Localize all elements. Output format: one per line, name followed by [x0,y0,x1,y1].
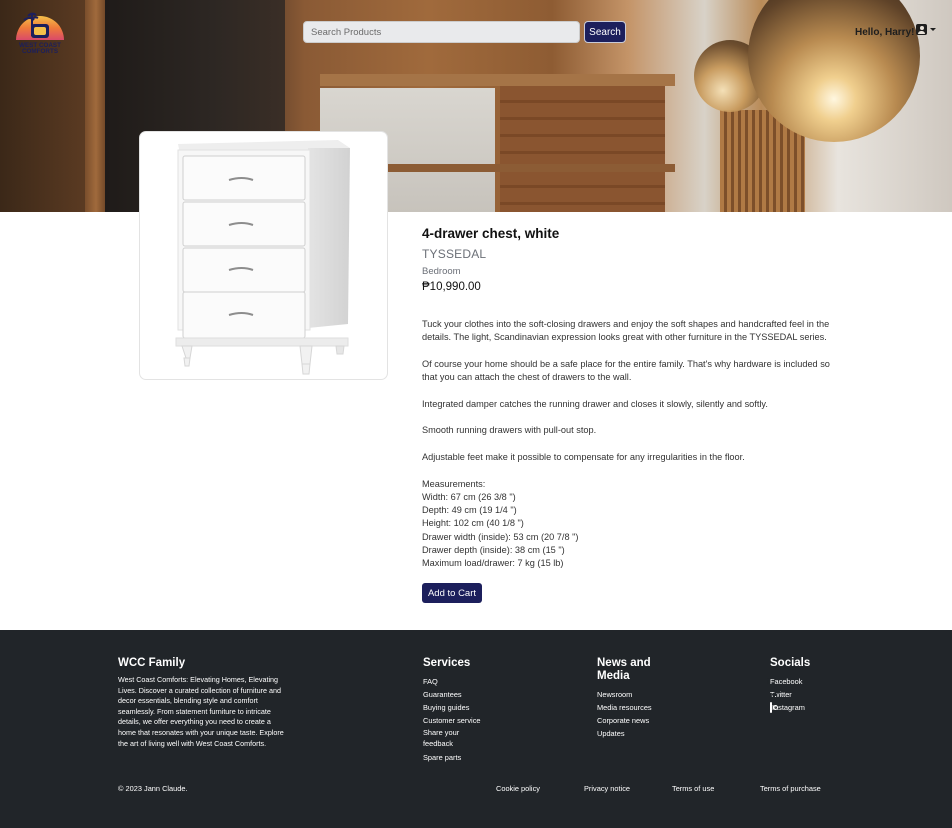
social-link-facebook[interactable]: Facebook [770,675,810,688]
site-footer: WCC Family West Coast Comforts: Elevatin… [0,630,952,828]
chevron-down-icon [930,28,936,31]
social-label: Facebook [770,677,803,686]
footer-about-text: West Coast Comforts: Elevating Homes, El… [118,675,284,748]
product-image [175,140,350,375]
footer-link-media-resources[interactable]: Media resources [597,701,667,714]
search-input[interactable] [303,21,580,43]
product-category: Bedroom [422,266,461,277]
product-price: ₱10,990.00 [422,281,481,293]
instagram-icon [770,702,772,713]
description-paragraph: Of course your home should be a safe pla… [422,358,830,383]
add-to-cart-button[interactable]: Add to Cart [422,583,482,603]
measurement-line: Height: 102 cm (40 1/8 ") [422,518,524,529]
description-paragraph: Tuck your clothes into the soft-closing … [422,319,830,343]
user-greeting: Hello, Harry! [855,27,915,38]
measurement-line: Depth: 49 cm (19 1/4 ") [422,505,517,516]
measurement-line: Maximum load/drawer: 7 kg (15 lb) [422,558,564,569]
product-image-card [139,131,388,380]
user-menu-dropdown[interactable] [916,24,936,35]
footer-link-faq[interactable]: FAQ [423,675,483,688]
measurements: Measurements: Width: 67 cm (26 3/8 ") De… [422,478,832,571]
footer-socials: Socials Facebook Twitter Instagram [770,657,810,714]
product-description: Tuck your clothes into the soft-closing … [422,318,832,571]
footer-link-newsroom[interactable]: Newsroom [597,688,667,701]
footer-link-cookie-policy[interactable]: Cookie policy [496,784,540,793]
footer-services: Services FAQ Guarantees Buying guides Cu… [423,657,483,764]
product-info: 4-drawer chest, white TYSSEDAL Bedroom ₱… [422,226,832,293]
footer-link-share-feedback[interactable]: Share your feedback [423,728,483,749]
copyright-text: © 2023 Jann Claude. [118,784,188,793]
footer-news: News and Media Newsroom Media resources … [597,657,667,740]
footer-services-title: Services [423,657,471,669]
brand-logo[interactable]: WEST COAST COMFORTS [14,10,66,56]
footer-link-corporate-news[interactable]: Corporate news [597,714,667,727]
measurements-title: Measurements: [422,478,486,489]
hero-wood-post [85,0,107,212]
social-link-twitter[interactable]: Twitter [770,688,810,701]
footer-link-terms-of-purchase[interactable]: Terms of purchase [760,784,821,793]
logo-text-line2: COMFORTS [22,48,58,55]
social-link-instagram[interactable]: Instagram [770,701,810,714]
footer-link-spare-parts[interactable]: Spare parts [423,751,483,764]
description-paragraph: Adjustable feet make it possible to comp… [422,451,745,462]
product-name: 4-drawer chest, white [422,226,560,241]
description-paragraph: Integrated damper catches the running dr… [422,398,768,409]
footer-link-terms-of-use[interactable]: Terms of use [672,784,714,793]
footer-link-buying-guides[interactable]: Buying guides [423,701,483,714]
footer-about: WCC Family West Coast Comforts: Elevatin… [118,657,288,749]
footer-link-customer-service[interactable]: Customer service [423,714,483,727]
user-icon [916,24,927,35]
measurement-line: Drawer depth (inside): 38 cm (15 ") [422,545,565,556]
product-series: TYSSEDAL [422,247,487,261]
footer-link-guarantees[interactable]: Guarantees [423,688,483,701]
hero-wood-panel [500,86,665,212]
footer-link-updates[interactable]: Updates [597,727,667,740]
description-paragraph: Smooth running drawers with pull-out sto… [422,425,597,436]
hero-shelf [320,74,675,86]
footer-news-title: News and Media [597,657,651,682]
footer-about-title: WCC Family [118,657,186,669]
footer-socials-title: Socials [770,657,811,669]
search-button[interactable]: Search [584,21,626,43]
measurement-line: Width: 67 cm (26 3/8 ") [422,491,516,502]
measurement-line: Drawer width (inside): 53 cm (20 7/8 ") [422,531,579,542]
footer-link-privacy-notice[interactable]: Privacy notice [584,784,630,793]
